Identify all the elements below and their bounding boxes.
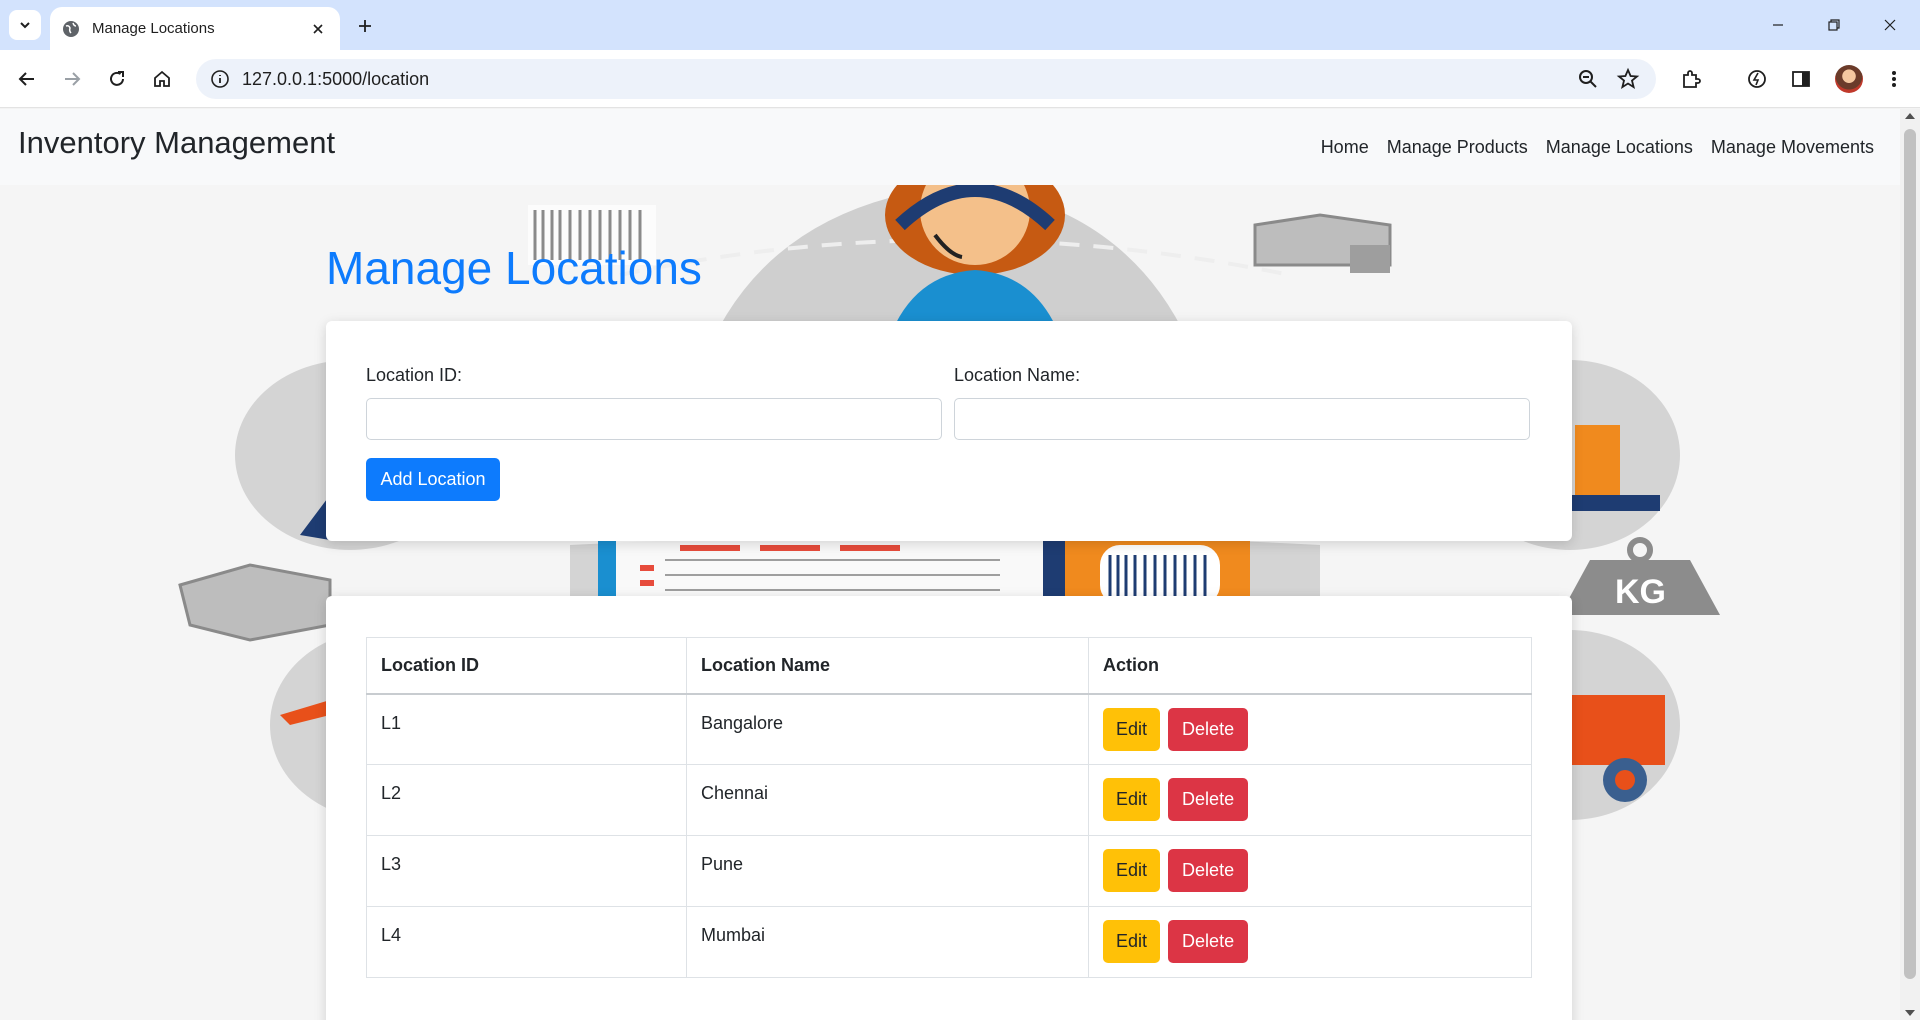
edit-button[interactable]: Edit [1103,778,1161,821]
location-id-label: Location ID: [366,365,463,385]
location-name-input[interactable] [954,398,1530,440]
info-icon [211,70,229,88]
reload-button[interactable] [100,62,134,96]
cell-actions: Edit Delete [1088,693,1532,765]
close-tab-icon[interactable] [308,19,328,39]
side-panel-icon [1792,71,1810,87]
header-location-name: Location Name [686,637,1089,695]
side-panel-button[interactable] [1784,62,1818,96]
tab-title: Manage Locations [92,20,215,37]
delete-button[interactable]: Delete [1168,920,1249,963]
svg-text:KG: KG [1615,573,1666,611]
address-bar[interactable]: 127.0.0.1:5000/location [196,59,1656,99]
bookmark-star-icon[interactable] [1616,67,1640,91]
home-button[interactable] [145,62,179,96]
site-navbar: Inventory Management Home Manage Product… [0,109,1900,185]
cell-location-name: Pune [686,835,1089,907]
nav-link-manage-locations[interactable]: Manage Locations [1546,137,1693,158]
delete-button[interactable]: Delete [1168,707,1249,751]
home-icon [154,70,170,87]
browser-toolbar: 127.0.0.1:5000/location [0,50,1920,108]
scrollbar-thumb[interactable] [1904,129,1916,979]
browser-tab[interactable]: Manage Locations [50,7,340,50]
puzzle-icon [1683,70,1701,88]
minimize-button[interactable] [1758,10,1798,40]
table-row: L2 Chennai Edit Delete [366,764,1532,836]
profile-avatar[interactable] [1835,65,1863,93]
forward-button[interactable] [55,62,89,96]
arrow-right-icon [65,72,81,86]
edit-button[interactable]: Edit [1103,707,1161,751]
cell-location-id: L4 [366,906,687,978]
table-row: L3 Pune Edit Delete [366,835,1532,907]
extensions-button[interactable] [1674,62,1708,96]
nav-links: Home Manage Products Manage Locations Ma… [1321,137,1874,158]
back-button[interactable] [10,62,44,96]
restore-icon [1828,19,1840,31]
zoom-icon[interactable] [1576,67,1600,91]
cell-location-name: Chennai [686,764,1089,836]
add-location-form-card: Location ID: Location Name: Add Location [326,321,1572,541]
locations-table-card: Location ID Location Name Action L1 Bang… [326,596,1572,1020]
cell-actions: Edit Delete [1088,764,1532,836]
url-text: 127.0.0.1:5000/location [242,69,430,89]
restore-button[interactable] [1814,10,1854,40]
more-vert-icon [1892,71,1896,87]
cell-location-name: Bangalore [686,693,1089,765]
close-window-button[interactable] [1870,10,1910,40]
header-location-id: Location ID [366,637,687,695]
location-id-input[interactable] [366,398,942,440]
reload-icon [110,71,124,86]
tab-search-button[interactable] [9,10,41,40]
browser-menu-button[interactable] [1877,62,1911,96]
locations-table: Location ID Location Name Action L1 Bang… [366,637,1532,978]
speedometer-icon [1748,70,1766,88]
table-row: L1 Bangalore Edit Delete [366,693,1532,765]
cell-location-id: L1 [366,693,687,765]
edit-button[interactable]: Edit [1103,849,1161,892]
close-icon [1884,19,1896,31]
page-scrollbar[interactable] [1900,109,1920,1020]
cell-actions: Edit Delete [1088,835,1532,907]
new-tab-button[interactable] [352,13,378,39]
nav-link-manage-movements[interactable]: Manage Movements [1711,137,1874,158]
cell-actions: Edit Delete [1088,906,1532,978]
nav-link-home[interactable]: Home [1321,137,1369,158]
cell-location-id: L2 [366,764,687,836]
arrow-left-icon [18,72,34,86]
performance-button[interactable] [1740,62,1774,96]
scroll-down-arrow-icon[interactable] [1905,1010,1915,1016]
plus-icon [359,20,371,32]
globe-icon [63,20,79,37]
browser-tab-strip: Manage Locations [0,0,1920,50]
nav-link-manage-products[interactable]: Manage Products [1387,137,1528,158]
scroll-up-arrow-icon[interactable] [1905,113,1915,119]
header-action: Action [1088,637,1532,695]
delete-button[interactable]: Delete [1168,849,1249,892]
delete-button[interactable]: Delete [1168,778,1249,821]
cell-location-name: Mumbai [686,906,1089,978]
chevron-down-icon [20,22,30,29]
table-row: L4 Mumbai Edit Delete [366,906,1532,978]
page-title: Manage Locations [326,242,702,294]
site-info-button[interactable] [206,65,234,93]
table-header-row: Location ID Location Name Action [366,637,1532,695]
minimize-icon [1773,24,1783,26]
location-name-label: Location Name: [954,365,1081,385]
add-location-button[interactable]: Add Location [366,458,500,501]
brand-logo-text[interactable]: Inventory Management [18,125,335,161]
edit-button[interactable]: Edit [1103,920,1161,963]
cell-location-id: L3 [366,835,687,907]
web-page: KG Inventory Management Home Manage Prod… [0,109,1900,1020]
